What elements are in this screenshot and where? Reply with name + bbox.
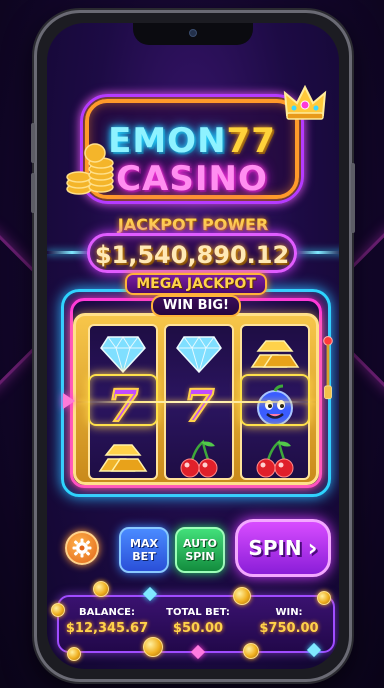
logo-subtitle: CASINO bbox=[116, 159, 268, 199]
winning-frame bbox=[240, 374, 310, 426]
balance-value: $12,345.67 bbox=[65, 621, 149, 636]
jackpot-title: JACKPOT POWER bbox=[117, 215, 269, 234]
coin-icon bbox=[143, 637, 163, 657]
diamond-icon bbox=[100, 336, 146, 373]
jackpot-glow-right bbox=[291, 251, 339, 254]
payline-arrow-icon bbox=[63, 393, 75, 409]
slot-machine: 7 7 bbox=[73, 313, 319, 485]
game-screen: EMON77 CASINO JACKPOT POWER $1,540,890.1… bbox=[47, 23, 339, 669]
win-stat: WIN: $750.00 bbox=[243, 607, 335, 636]
win-value: $750.00 bbox=[259, 621, 319, 636]
auto-spin-label-line2: SPIN bbox=[185, 550, 215, 563]
max-bet-label-line1: MAX bbox=[130, 537, 158, 550]
spin-button[interactable]: SPIN › bbox=[235, 519, 331, 577]
total-bet-stat: TOTAL BET: $50.00 bbox=[152, 607, 244, 636]
cherry-icon bbox=[256, 439, 294, 478]
coin-icon bbox=[233, 587, 251, 605]
coin-icon bbox=[67, 647, 81, 661]
cherry-icon bbox=[180, 439, 218, 478]
total-bet-label: TOTAL BET: bbox=[166, 607, 230, 618]
crown-icon bbox=[283, 85, 327, 120]
diamond-icon bbox=[176, 336, 222, 373]
winning-frame bbox=[88, 374, 158, 426]
reel-symbol bbox=[242, 328, 308, 380]
gold-bar-icon bbox=[98, 444, 148, 472]
win-label: WIN: bbox=[275, 607, 303, 618]
auto-spin-button[interactable]: AUTO SPIN bbox=[175, 527, 225, 573]
coin-icon bbox=[93, 581, 109, 597]
camera-icon bbox=[189, 29, 197, 37]
reel-symbol bbox=[242, 432, 308, 478]
reel-symbol bbox=[90, 432, 156, 478]
spin-label: SPIN bbox=[248, 536, 302, 560]
coin-icon bbox=[51, 603, 65, 617]
stats-bar: BALANCE: $12,345.67 TOTAL BET: $50.00 WI… bbox=[57, 595, 335, 653]
balance-stat: BALANCE: $12,345.67 bbox=[61, 607, 153, 636]
jackpot-display: $1,540,890.12 bbox=[87, 233, 297, 273]
reel-symbol: 7 bbox=[166, 380, 232, 433]
reel-symbol bbox=[166, 328, 232, 380]
chevron-right-icon: › bbox=[307, 534, 318, 562]
phone-side-button bbox=[31, 173, 35, 213]
phone-side-button bbox=[31, 123, 35, 163]
jackpot-amount: $1,540,890.12 bbox=[94, 241, 290, 269]
seven-symbol: 7 bbox=[183, 380, 216, 433]
total-bet-value: $50.00 bbox=[172, 621, 224, 636]
win-big-banner: WIN BIG! bbox=[151, 295, 241, 317]
reel-symbol bbox=[90, 328, 156, 380]
gear-icon bbox=[72, 538, 92, 558]
coin-icon bbox=[243, 643, 259, 659]
logo-title: EMON77 bbox=[108, 121, 276, 161]
settings-button[interactable] bbox=[65, 531, 99, 565]
coin-stack-icon bbox=[66, 143, 114, 195]
coin-icon bbox=[317, 591, 331, 605]
mega-jackpot-banner: MEGA JACKPOT bbox=[125, 273, 267, 295]
win-big-label: WIN BIG! bbox=[163, 298, 229, 313]
mega-jackpot-label: MEGA JACKPOT bbox=[136, 276, 256, 292]
max-bet-button[interactable]: MAX BET bbox=[119, 527, 169, 573]
phone-power-button bbox=[351, 163, 355, 233]
max-bet-label-line2: BET bbox=[132, 550, 156, 563]
payline bbox=[77, 401, 317, 403]
gold-bar-icon bbox=[250, 340, 300, 368]
phone-frame: EMON77 CASINO JACKPOT POWER $1,540,890.1… bbox=[31, 10, 355, 682]
auto-spin-label-line1: AUTO bbox=[183, 537, 217, 550]
slot-lever[interactable] bbox=[323, 323, 333, 413]
balance-label: BALANCE: bbox=[78, 607, 135, 618]
reel-symbol bbox=[166, 432, 232, 478]
phone-notch bbox=[133, 23, 253, 45]
casino-logo: EMON77 CASINO bbox=[80, 94, 304, 204]
